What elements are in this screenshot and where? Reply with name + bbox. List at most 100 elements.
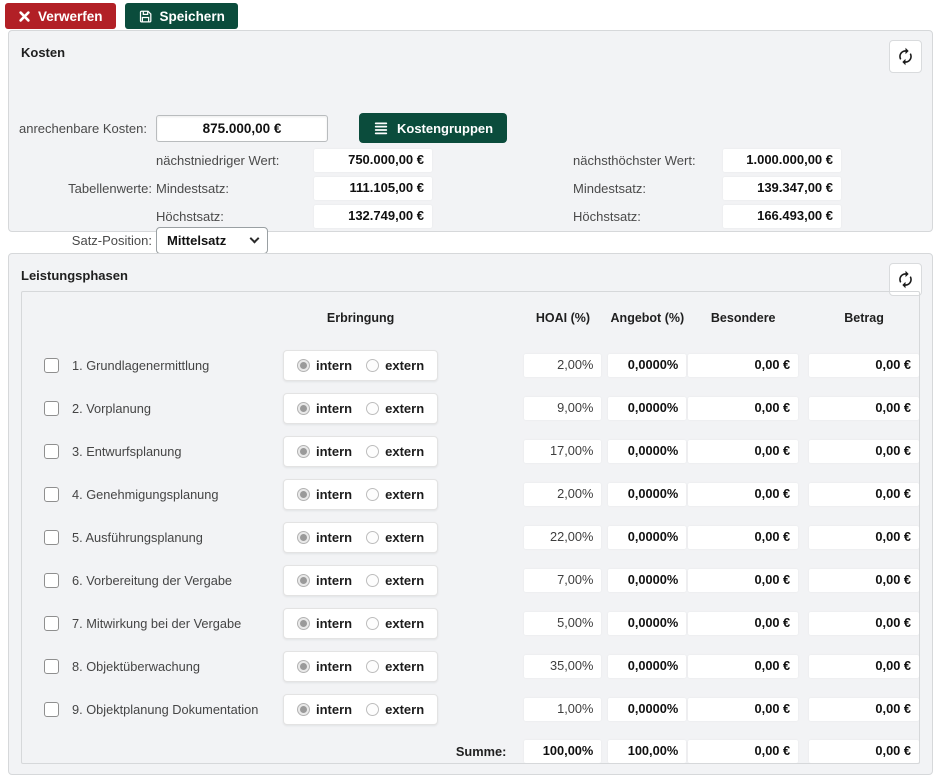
header-betrag: Betrag <box>809 311 919 326</box>
naechstniedriger-wert-value: 750.000,00 € <box>314 149 432 172</box>
radio-intern-icon[interactable] <box>297 488 310 501</box>
intern-radio-option[interactable]: intern <box>297 530 352 545</box>
intern-radio-option[interactable]: intern <box>297 487 352 502</box>
extern-radio-option[interactable]: extern <box>366 659 424 674</box>
extern-radio-option[interactable]: extern <box>366 573 424 588</box>
radio-extern-icon[interactable] <box>366 617 379 630</box>
radio-intern-icon[interactable] <box>297 531 310 544</box>
phase-checkbox[interactable] <box>44 444 59 459</box>
radio-extern-icon[interactable] <box>366 402 379 415</box>
hoai-percent-field[interactable]: 35,00% <box>524 655 601 678</box>
radio-extern-icon[interactable] <box>366 703 379 716</box>
intern-radio-option[interactable]: intern <box>297 573 352 588</box>
extern-radio-option[interactable]: extern <box>366 401 424 416</box>
phase-name: 5. Ausführungsplanung <box>72 530 267 545</box>
besondere-field[interactable]: 0,00 € <box>688 569 798 592</box>
angebot-percent-field[interactable]: 0,0000% <box>608 569 686 592</box>
close-icon <box>18 10 31 23</box>
satz-position-select[interactable]: Mittelsatz <box>156 227 268 254</box>
besondere-field[interactable]: 0,00 € <box>688 526 798 549</box>
intern-radio-option[interactable]: intern <box>297 702 352 717</box>
radio-extern-icon[interactable] <box>366 359 379 372</box>
radio-intern-icon[interactable] <box>297 574 310 587</box>
mindestsatz-rechts-value: 139.347,00 € <box>723 177 841 200</box>
angebot-percent-field[interactable]: 0,0000% <box>608 612 686 635</box>
phase-name: 2. Vorplanung <box>72 401 267 416</box>
betrag-field[interactable]: 0,00 € <box>809 440 919 463</box>
besondere-field[interactable]: 0,00 € <box>688 483 798 506</box>
betrag-field[interactable]: 0,00 € <box>809 483 919 506</box>
intern-radio-option[interactable]: intern <box>297 659 352 674</box>
betrag-field[interactable]: 0,00 € <box>809 397 919 420</box>
angebot-percent-field[interactable]: 0,0000% <box>608 354 686 377</box>
intern-radio-option[interactable]: intern <box>297 358 352 373</box>
intern-radio-option[interactable]: intern <box>297 401 352 416</box>
radio-intern-icon[interactable] <box>297 445 310 458</box>
betrag-field[interactable]: 0,00 € <box>809 569 919 592</box>
extern-radio-option[interactable]: extern <box>366 358 424 373</box>
phase-checkbox[interactable] <box>44 573 59 588</box>
phase-checkbox[interactable] <box>44 530 59 545</box>
angebot-percent-field[interactable]: 0,0000% <box>608 440 686 463</box>
besondere-field[interactable]: 0,00 € <box>688 698 798 721</box>
angebot-percent-field[interactable]: 0,0000% <box>608 397 686 420</box>
betrag-field[interactable]: 0,00 € <box>809 612 919 635</box>
betrag-field[interactable]: 0,00 € <box>809 655 919 678</box>
erbringung-radio-group: intern extern <box>283 393 439 424</box>
radio-intern-icon[interactable] <box>297 660 310 673</box>
extern-radio-option[interactable]: extern <box>366 530 424 545</box>
hoai-percent-field[interactable]: 17,00% <box>524 440 601 463</box>
radio-extern-icon[interactable] <box>366 574 379 587</box>
betrag-field[interactable]: 0,00 € <box>809 526 919 549</box>
extern-radio-option[interactable]: extern <box>366 616 424 631</box>
radio-intern-icon[interactable] <box>297 703 310 716</box>
naechsthoechster-wert-value: 1.000.000,00 € <box>723 149 841 172</box>
kosten-refresh-button[interactable] <box>889 40 922 73</box>
kostengruppen-button[interactable]: Kostengruppen <box>359 113 507 143</box>
phase-checkbox[interactable] <box>44 487 59 502</box>
radio-intern-icon[interactable] <box>297 617 310 630</box>
angebot-percent-field[interactable]: 0,0000% <box>608 655 686 678</box>
phase-checkbox[interactable] <box>44 702 59 717</box>
betrag-field[interactable]: 0,00 € <box>809 354 919 377</box>
phases-rows: 1. Grundlagenermittlung intern extern 2,… <box>22 344 919 731</box>
hoai-percent-field[interactable]: 7,00% <box>524 569 601 592</box>
radio-extern-icon[interactable] <box>366 660 379 673</box>
besondere-field[interactable]: 0,00 € <box>688 440 798 463</box>
betrag-field[interactable]: 0,00 € <box>809 698 919 721</box>
anrechenbare-kosten-input[interactable] <box>156 115 328 142</box>
phase-checkbox[interactable] <box>44 659 59 674</box>
intern-radio-option[interactable]: intern <box>297 444 352 459</box>
angebot-percent-field[interactable]: 0,0000% <box>608 526 686 549</box>
radio-extern-icon[interactable] <box>366 531 379 544</box>
hoai-percent-field[interactable]: 22,00% <box>524 526 601 549</box>
satz-position-select-wrap: Mittelsatz <box>156 227 268 254</box>
phase-checkbox[interactable] <box>44 616 59 631</box>
phase-name: 1. Grundlagenermittlung <box>72 358 267 373</box>
besondere-field[interactable]: 0,00 € <box>688 354 798 377</box>
radio-extern-icon[interactable] <box>366 445 379 458</box>
extern-radio-option[interactable]: extern <box>366 702 424 717</box>
hoai-percent-field[interactable]: 1,00% <box>524 698 601 721</box>
hoai-percent-field[interactable]: 2,00% <box>524 354 601 377</box>
besondere-field[interactable]: 0,00 € <box>688 655 798 678</box>
angebot-percent-field[interactable]: 0,0000% <box>608 483 686 506</box>
discard-button[interactable]: Verwerfen <box>5 3 116 29</box>
summe-besondere-value: 0,00 € <box>688 740 798 763</box>
extern-radio-option[interactable]: extern <box>366 444 424 459</box>
hoai-percent-field[interactable]: 2,00% <box>524 483 601 506</box>
hoai-percent-field[interactable]: 5,00% <box>524 612 601 635</box>
page: Verwerfen Speichern Kosten anrechenbare … <box>0 0 941 777</box>
phase-checkbox[interactable] <box>44 401 59 416</box>
besondere-field[interactable]: 0,00 € <box>688 612 798 635</box>
radio-intern-icon[interactable] <box>297 402 310 415</box>
hoai-percent-field[interactable]: 9,00% <box>524 397 601 420</box>
radio-intern-icon[interactable] <box>297 359 310 372</box>
angebot-percent-field[interactable]: 0,0000% <box>608 698 686 721</box>
radio-extern-icon[interactable] <box>366 488 379 501</box>
besondere-field[interactable]: 0,00 € <box>688 397 798 420</box>
phase-checkbox[interactable] <box>44 358 59 373</box>
intern-radio-option[interactable]: intern <box>297 616 352 631</box>
extern-radio-option[interactable]: extern <box>366 487 424 502</box>
save-button[interactable]: Speichern <box>125 3 238 29</box>
